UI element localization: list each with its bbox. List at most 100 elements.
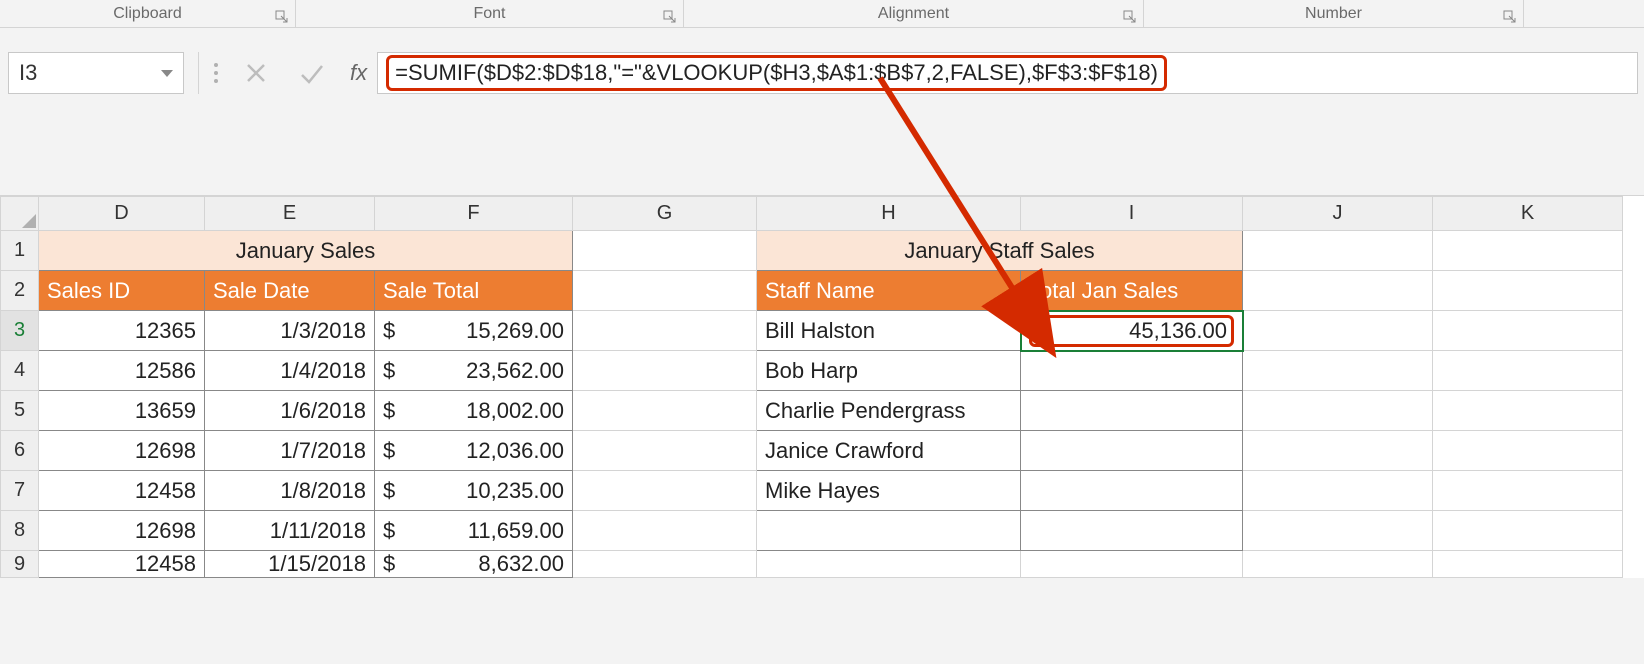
cell-d5[interactable]: 13659 (39, 391, 205, 431)
cell-h5[interactable]: Charlie Pendergrass (757, 391, 1021, 431)
cell-d6[interactable]: 12698 (39, 431, 205, 471)
cell-g4[interactable] (573, 351, 757, 391)
cell-k3[interactable] (1433, 311, 1623, 351)
cell-k1[interactable] (1433, 231, 1623, 271)
fx-icon[interactable]: fx (340, 60, 377, 86)
cell-j9[interactable] (1243, 551, 1433, 578)
spreadsheet-grid[interactable]: D E F G H I J K 1 January Sales January … (0, 196, 1644, 578)
cell-g9[interactable] (573, 551, 757, 578)
formula-input[interactable]: =SUMIF($D$2:$D$18,"="&VLOOKUP($H3,$A$1:$… (377, 52, 1638, 94)
row-header-7[interactable]: 7 (1, 471, 39, 511)
col-header-g[interactable]: G (573, 197, 757, 231)
cell-e3[interactable]: 1/3/2018 (205, 311, 375, 351)
dialog-launcher-icon[interactable] (663, 10, 677, 24)
row-header-2[interactable]: 2 (1, 271, 39, 311)
row-header-3[interactable]: 3 (1, 311, 39, 351)
cell-e4[interactable]: 1/4/2018 (205, 351, 375, 391)
table2-header-1[interactable]: Total Jan Sales (1021, 271, 1243, 311)
cell-k6[interactable] (1433, 431, 1623, 471)
dialog-launcher-icon[interactable] (1503, 10, 1517, 24)
cell-j3[interactable] (1243, 311, 1433, 351)
cell-h3[interactable]: Bill Halston (757, 311, 1021, 351)
col-header-e[interactable]: E (205, 197, 375, 231)
cell-i7[interactable] (1021, 471, 1243, 511)
col-header-h[interactable]: H (757, 197, 1021, 231)
cell-e7[interactable]: 1/8/2018 (205, 471, 375, 511)
cell-h6[interactable]: Janice Crawford (757, 431, 1021, 471)
cell-k7[interactable] (1433, 471, 1623, 511)
table1-header-2[interactable]: Sale Total (375, 271, 573, 311)
cell-j2[interactable] (1243, 271, 1433, 311)
cell-g2[interactable] (573, 271, 757, 311)
table2-title[interactable]: January Staff Sales (757, 231, 1243, 271)
cell-f5[interactable]: $18,002.00 (375, 391, 573, 431)
cell-e8[interactable]: 1/11/2018 (205, 511, 375, 551)
table1-header-1[interactable]: Sale Date (205, 271, 375, 311)
cell-j6[interactable] (1243, 431, 1433, 471)
row-header-6[interactable]: 6 (1, 431, 39, 471)
cell-f7[interactable]: $10,235.00 (375, 471, 573, 511)
col-header-j[interactable]: J (1243, 197, 1433, 231)
cell-i5[interactable] (1021, 391, 1243, 431)
row-header-5[interactable]: 5 (1, 391, 39, 431)
cell-d7[interactable]: 12458 (39, 471, 205, 511)
row-header-9[interactable]: 9 (1, 551, 39, 578)
cell-g1[interactable] (573, 231, 757, 271)
ribbon-group-label: Number (1305, 5, 1362, 23)
dialog-launcher-icon[interactable] (275, 10, 289, 24)
select-all-corner[interactable] (1, 197, 39, 231)
cell-g6[interactable] (573, 431, 757, 471)
cell-k8[interactable] (1433, 511, 1623, 551)
dropdown-icon[interactable] (161, 70, 173, 77)
cell-k9[interactable] (1433, 551, 1623, 578)
cell-g8[interactable] (573, 511, 757, 551)
cell-d4[interactable]: 12586 (39, 351, 205, 391)
cell-k4[interactable] (1433, 351, 1623, 391)
cell-e9[interactable]: 1/15/2018 (205, 551, 375, 578)
table1-header-0[interactable]: Sales ID (39, 271, 205, 311)
table2-header-0[interactable]: Staff Name (757, 271, 1021, 311)
cell-k2[interactable] (1433, 271, 1623, 311)
cell-j4[interactable] (1243, 351, 1433, 391)
cell-e6[interactable]: 1/7/2018 (205, 431, 375, 471)
row-header-8[interactable]: 8 (1, 511, 39, 551)
row-header-4[interactable]: 4 (1, 351, 39, 391)
cell-f9[interactable]: $8,632.00 (375, 551, 573, 578)
cell-j5[interactable] (1243, 391, 1433, 431)
cell-f8[interactable]: $11,659.00 (375, 511, 573, 551)
name-box[interactable]: I3 (8, 52, 184, 94)
cell-j7[interactable] (1243, 471, 1433, 511)
col-header-f[interactable]: F (375, 197, 573, 231)
cell-e5[interactable]: 1/6/2018 (205, 391, 375, 431)
cell-i6[interactable] (1021, 431, 1243, 471)
cell-i4[interactable] (1021, 351, 1243, 391)
cell-h8[interactable] (757, 511, 1021, 551)
cell-f6[interactable]: $12,036.00 (375, 431, 573, 471)
cell-d9[interactable]: 12458 (39, 551, 205, 578)
cell-g3[interactable] (573, 311, 757, 351)
cancel-button[interactable] (228, 52, 284, 94)
cell-d8[interactable]: 12698 (39, 511, 205, 551)
dialog-launcher-icon[interactable] (1123, 10, 1137, 24)
col-header-i[interactable]: I (1021, 197, 1243, 231)
result-highlight: $ 45,136.00 (1029, 315, 1234, 347)
cell-g5[interactable] (573, 391, 757, 431)
cell-i3[interactable]: $ 45,136.00 (1021, 311, 1243, 351)
cell-h9[interactable] (757, 551, 1021, 578)
cell-i9[interactable] (1021, 551, 1243, 578)
cell-f3[interactable]: $15,269.00 (375, 311, 573, 351)
cell-d3[interactable]: 12365 (39, 311, 205, 351)
cell-j1[interactable] (1243, 231, 1433, 271)
cell-h7[interactable]: Mike Hayes (757, 471, 1021, 511)
cell-g7[interactable] (573, 471, 757, 511)
col-header-k[interactable]: K (1433, 197, 1623, 231)
cell-k5[interactable] (1433, 391, 1623, 431)
enter-button[interactable] (284, 52, 340, 94)
table1-title[interactable]: January Sales (39, 231, 573, 271)
cell-i8[interactable] (1021, 511, 1243, 551)
cell-j8[interactable] (1243, 511, 1433, 551)
cell-h4[interactable]: Bob Harp (757, 351, 1021, 391)
cell-f4[interactable]: $23,562.00 (375, 351, 573, 391)
row-header-1[interactable]: 1 (1, 231, 39, 271)
col-header-d[interactable]: D (39, 197, 205, 231)
